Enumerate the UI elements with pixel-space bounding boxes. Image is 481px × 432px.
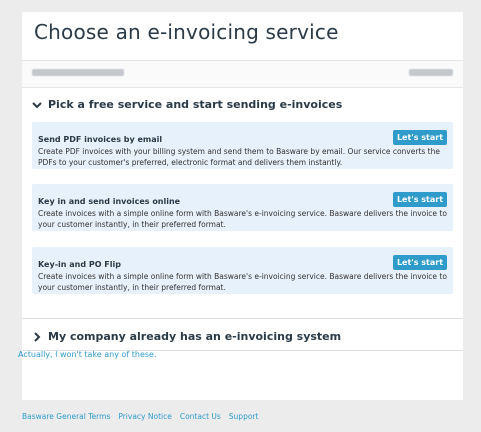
- service-description: Create invoices with a simple online for…: [38, 209, 447, 229]
- service-title: Key-in and PO Flip: [38, 260, 121, 269]
- existing-system-label: My company already has an e-invoicing sy…: [48, 330, 342, 343]
- footer-link-privacy[interactable]: Privacy Notice: [118, 412, 172, 421]
- lets-start-button[interactable]: Let's start: [393, 130, 447, 145]
- footer-link-support[interactable]: Support: [229, 412, 259, 421]
- decline-link[interactable]: Actually, I won't take any of these.: [18, 350, 157, 359]
- free-services-toggle[interactable]: Pick a free service and start sending e-…: [32, 98, 342, 111]
- footer-links: Basware General Terms Privacy Notice Con…: [22, 412, 258, 421]
- lets-start-button[interactable]: Let's start: [393, 192, 447, 207]
- chevron-right-icon: [34, 331, 41, 342]
- footer-link-terms[interactable]: Basware General Terms: [22, 412, 110, 421]
- service-panel-poflip: Key-in and PO Flip Let's start Create in…: [32, 247, 453, 294]
- chevron-down-icon: [32, 101, 42, 108]
- page-title: Choose an e-invoicing service: [34, 20, 339, 44]
- existing-system-toggle[interactable]: My company already has an e-invoicing sy…: [32, 330, 341, 343]
- section-divider: [22, 318, 463, 319]
- footer-link-contact[interactable]: Contact Us: [180, 412, 221, 421]
- service-selection-card: Choose an e-invoicing service Pick a fre…: [22, 12, 463, 400]
- company-info-row: [22, 60, 463, 88]
- lets-start-button[interactable]: Let's start: [393, 255, 447, 270]
- service-description: Create PDF invoices with your billing sy…: [38, 147, 440, 167]
- company-id-redacted: [409, 69, 453, 76]
- service-title: Key in and send invoices online: [38, 197, 181, 206]
- service-description: Create invoices with a simple online for…: [38, 272, 447, 292]
- service-panel-pdf: Send PDF invoices by email Let's start C…: [32, 122, 453, 169]
- company-name-redacted: [32, 69, 124, 76]
- service-panel-online: Key in and send invoices online Let's st…: [32, 184, 453, 231]
- footer: Basware General Terms Privacy Notice Con…: [0, 386, 481, 432]
- free-services-label: Pick a free service and start sending e-…: [48, 98, 343, 111]
- service-title: Send PDF invoices by email: [38, 135, 163, 144]
